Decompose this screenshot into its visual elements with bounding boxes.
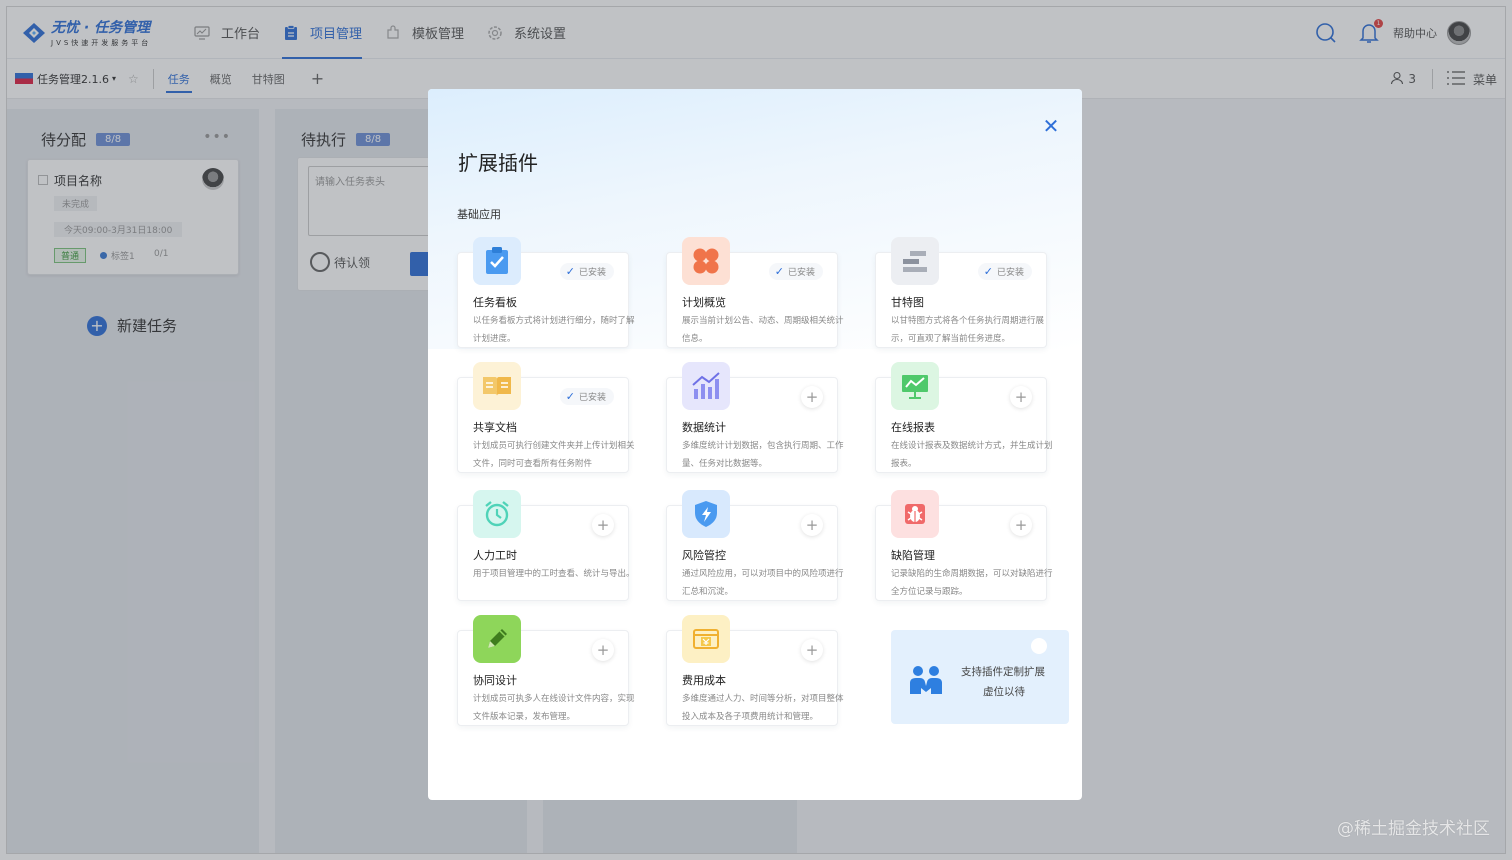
plugin-description: 用于项目管理中的工时查看、统计与导出。: [473, 569, 635, 579]
plugin-card-defect-management[interactable]: + 缺陷管理 记录缺陷的生命周期数据，可以对缺陷进行全方位记录与跟踪。: [875, 490, 1053, 601]
section-label: 基础应用: [457, 208, 501, 221]
plugin-name: 任务看板: [473, 296, 517, 309]
installed-badge: ✓ 已安装: [977, 263, 1032, 280]
plugin-name: 费用成本: [682, 674, 726, 687]
dialog-title: 扩展插件: [458, 151, 538, 175]
plugin-card-data-stats[interactable]: + 数据统计 多维度统计计划数据，包含执行周期、工作量、任务对比数据等。: [666, 362, 844, 473]
shield-icon: [682, 490, 730, 538]
plugin-card-task-board[interactable]: ✓ 已安装 任务看板 以任务看板方式将计划进行细分，随时了解计划进度。: [457, 237, 635, 348]
plugin-card-man-hours[interactable]: + 人力工时 用于项目管理中的工时查看、统计与导出。: [457, 490, 635, 601]
bar-chart-icon: [682, 362, 730, 410]
plugin-name: 缺陷管理: [891, 549, 935, 562]
add-plugin-button[interactable]: +: [592, 639, 614, 661]
add-plugin-button[interactable]: +: [592, 514, 614, 536]
plugin-description: 计划成员可执多人在线设计文件内容，实现文件版本记录，发布管理。: [473, 694, 635, 722]
plugin-description: 在线设计报表及数据统计方式，并生成计划报表。: [891, 441, 1053, 469]
support-text-line1: 支持插件定制扩展: [961, 666, 1045, 678]
book-icon: [473, 362, 521, 410]
add-plugin-button[interactable]: +: [801, 386, 823, 408]
plugin-card-cost[interactable]: + 费用成本 多维度通过人力、时间等分析，对项目整体投入成本及各子项费用统计和管…: [666, 615, 844, 726]
plugin-name: 计划概览: [682, 296, 726, 309]
bug-icon: [891, 490, 939, 538]
add-plugin-button[interactable]: +: [1010, 386, 1032, 408]
installed-badge: ✓ 已安装: [768, 263, 823, 280]
check-icon: ✓: [983, 265, 993, 278]
plugin-name: 人力工时: [473, 549, 517, 562]
installed-badge: ✓ 已安装: [559, 388, 614, 405]
plugin-name: 数据统计: [682, 421, 726, 434]
plugin-card-shared-docs[interactable]: ✓ 已安装 共享文档 计划成员可执行创建文件夹并上传计划相关文件，同时可查看所有任…: [457, 362, 635, 473]
plugin-description: 以任务看板方式将计划进行细分，随时了解计划进度。: [473, 316, 635, 344]
gantt-icon: [891, 237, 939, 285]
support-text-line2: 虚位以待: [983, 686, 1025, 698]
plugin-name: 风险管控: [682, 549, 726, 562]
plugin-description: 以甘特图方式将各个任务执行周期进行展示，可直观了解当前任务进度。: [891, 316, 1045, 344]
plugin-description: 计划成员可执行创建文件夹并上传计划相关文件，同时可查看所有任务附件: [473, 441, 635, 469]
plugin-card-risk-control[interactable]: + 风险管控 通过风险应用，可以对项目中的风险项进行汇总和沉淀。: [666, 490, 844, 601]
plugin-description: 通过风险应用，可以对项目中的风险项进行汇总和沉淀。: [682, 569, 844, 597]
check-icon: ✓: [774, 265, 784, 278]
cost-icon: [682, 615, 730, 663]
plugin-name: 协同设计: [473, 674, 517, 687]
plugin-description: 多维度通过人力、时间等分析，对项目整体投入成本及各子项费用统计和管理。: [682, 694, 844, 722]
decorative-bubble: [1031, 638, 1047, 654]
pencil-icon: [473, 615, 521, 663]
plugin-name: 在线报表: [891, 421, 935, 434]
plugin-card-gantt[interactable]: ✓ 已安装 甘特图 以甘特图方式将各个任务执行周期进行展示，可直观了解当前任务进度…: [875, 237, 1047, 348]
plugin-card-online-reports[interactable]: + 在线报表 在线设计报表及数据统计方式，并生成计划报表。: [875, 362, 1053, 473]
plugin-name: 甘特图: [891, 296, 924, 309]
clipboard-check-icon: [473, 237, 521, 285]
check-icon: ✓: [565, 265, 575, 278]
plugin-card-plan-overview[interactable]: ✓ 已安装 计划概览 展示当前计划公告、动态、周期级相关统计信息。: [666, 237, 844, 348]
grid-icon: [682, 237, 730, 285]
installed-text: 已安装: [578, 268, 606, 278]
plugin-card-collab-design[interactable]: + 协同设计 计划成员可执多人在线设计文件内容，实现文件版本记录，发布管理。: [457, 615, 635, 726]
watermark: @稀土掘金技术社区: [1337, 819, 1490, 839]
installed-text: 已安装: [787, 268, 815, 278]
plugin-description: 记录缺陷的生命周期数据，可以对缺陷进行全方位记录与跟踪。: [891, 569, 1053, 597]
plugin-name: 共享文档: [473, 421, 517, 434]
alarm-clock-icon: [473, 490, 521, 538]
custom-plugin-placeholder[interactable]: 支持插件定制扩展 虚位以待: [891, 630, 1069, 724]
check-icon: ✓: [565, 390, 575, 403]
installed-text: 已安装: [996, 268, 1024, 278]
add-plugin-button[interactable]: +: [801, 639, 823, 661]
installed-text: 已安装: [578, 393, 606, 403]
close-icon[interactable]: ✕: [1042, 114, 1060, 138]
plugin-description: 多维度统计计划数据，包含执行周期、工作量、任务对比数据等。: [682, 441, 844, 469]
plugin-description: 展示当前计划公告、动态、周期级相关统计信息。: [682, 316, 844, 344]
add-plugin-button[interactable]: +: [1010, 514, 1032, 536]
team-icon: [909, 664, 943, 700]
extension-plugins-dialog: ✕ 扩展插件 基础应用 ✓ 已安装 任务看板 以任务看板方式将计划进行细分，随时了…: [428, 89, 1082, 800]
add-plugin-button[interactable]: +: [801, 514, 823, 536]
presentation-icon: [891, 362, 939, 410]
installed-badge: ✓ 已安装: [559, 263, 614, 280]
